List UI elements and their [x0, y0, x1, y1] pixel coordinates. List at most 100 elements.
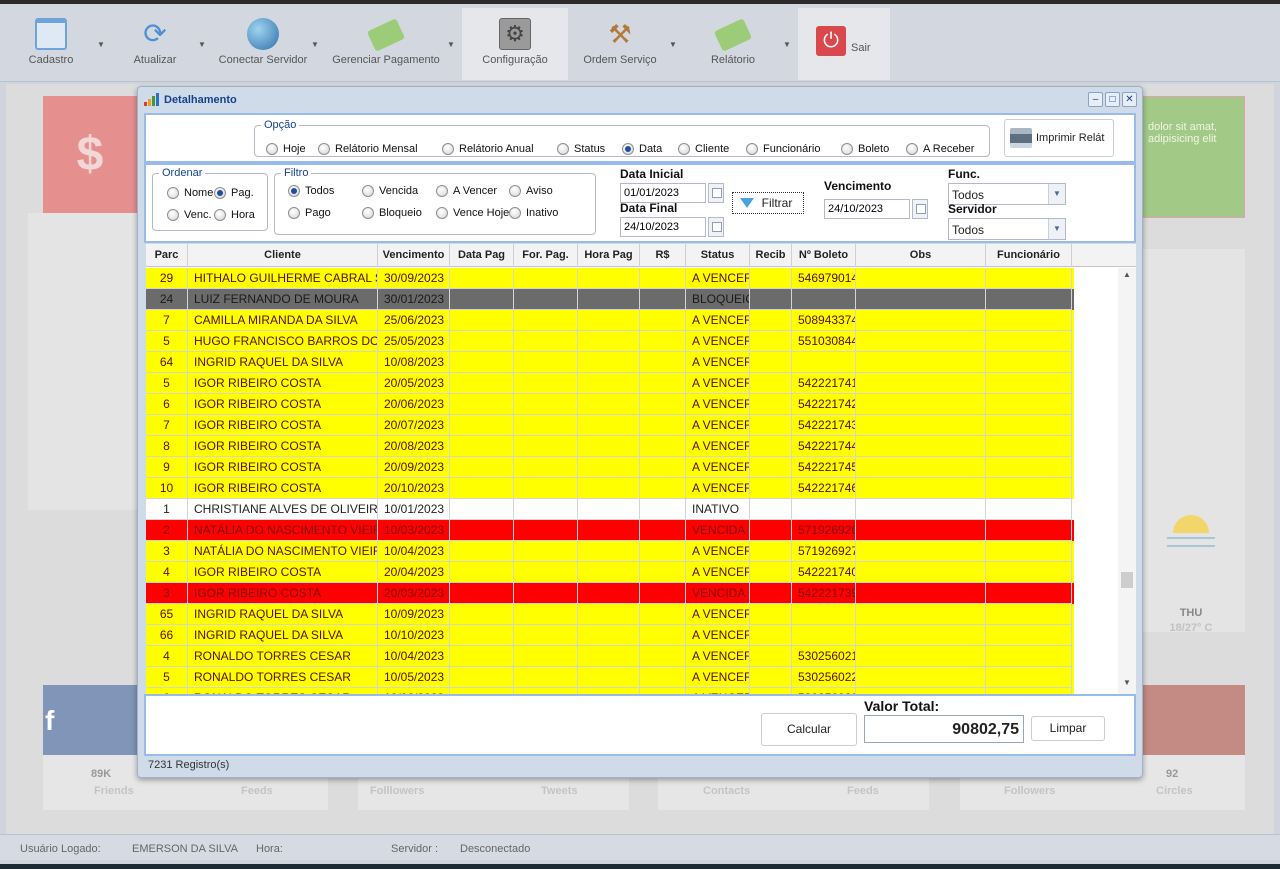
table-row[interactable]: 7 CAMILLA MIRANDA DA SILVA 25/06/2023 A VEN…	[146, 310, 1074, 331]
scroll-up-icon[interactable]: ▲	[1118, 270, 1136, 284]
minimize-button[interactable]: –	[1088, 92, 1103, 107]
column-header-vencimento[interactable]: Vencimento	[378, 244, 450, 267]
table-row[interactable]: 65 INGRID RAQUEL DA SILVA 10/09/2023 A VENC…	[146, 604, 1074, 625]
calendar-icon[interactable]	[708, 217, 724, 237]
table-row[interactable]: 4 IGOR RIBEIRO COSTA 20/04/2023 A VENCER 542…	[146, 562, 1074, 583]
table-row[interactable]: 24 LUIZ FERNANDO DE MOURA 30/01/2023 BLOQUE…	[146, 289, 1074, 310]
imprimir-relatorio-button[interactable]: Imprimir Relát	[1004, 119, 1114, 157]
radio-indicator[interactable]	[841, 143, 853, 155]
radio-indicator[interactable]	[318, 143, 330, 155]
table-row[interactable]: 8 IGOR RIBEIRO COSTA 20/08/2023 A VENCER 542…	[146, 436, 1074, 457]
table-row[interactable]: 3 NATÁLIA DO NASCIMENTO VIEIRA 10/04/2023 A…	[146, 541, 1074, 562]
radio-indicator[interactable]	[436, 185, 448, 197]
radio-indicator[interactable]	[746, 143, 758, 155]
servidor-select[interactable]: Todos ▼	[948, 218, 1066, 240]
table-row[interactable]: 64 INGRID RAQUEL DA SILVA 10/08/2023 A VENC…	[146, 352, 1074, 373]
dropdown-arrow-icon[interactable]: ▼	[198, 40, 206, 49]
ribbon-gerenciar-pagamento-button[interactable]: Gerenciar Pagamento	[330, 8, 442, 80]
radio-indicator[interactable]	[266, 143, 278, 155]
data-inicial-input[interactable]	[620, 183, 706, 203]
column-header-status[interactable]: Status	[686, 244, 750, 267]
radio-funcionario[interactable]: Funcionário	[746, 143, 820, 155]
column-header-obs[interactable]: Obs	[856, 244, 986, 267]
column-header-hora-pag[interactable]: Hora Pag	[578, 244, 640, 267]
table-row[interactable]: 4 RONALDO TORRES CESAR 10/04/2023 A VENCER 5…	[146, 646, 1074, 667]
radio-indicator[interactable]	[906, 143, 918, 155]
column-header-recibo[interactable]: Recib	[750, 244, 792, 267]
vertical-scrollbar[interactable]: ▲ ▼	[1118, 268, 1136, 694]
vencimento-field[interactable]	[824, 199, 928, 219]
table-row[interactable]: 5 IGOR RIBEIRO COSTA 20/05/2023 A VENCER 542…	[146, 373, 1074, 394]
radio-indicator[interactable]	[442, 143, 454, 155]
radio-indicator[interactable]	[167, 187, 179, 199]
ribbon-cadastro-button[interactable]: Cadastro	[16, 8, 86, 80]
column-header-valor[interactable]: R$	[640, 244, 686, 267]
ribbon-ordem-servico-button[interactable]: ⚒ Ordem Serviço	[578, 8, 662, 80]
table-row[interactable]: 29HITHALO GUILHERME CABRAL SILVA30/09/20…	[146, 268, 1074, 289]
radio-relatorio-anual[interactable]: Relátorio Anual	[442, 143, 534, 155]
ribbon-relatorio-button[interactable]: Relátorio	[700, 8, 766, 80]
data-final-field[interactable]	[620, 217, 724, 237]
calendar-icon[interactable]	[912, 199, 928, 219]
radio-indicator[interactable]	[509, 207, 521, 219]
table-row[interactable]: 10 IGOR RIBEIRO COSTA 20/10/2023 A VENCER 54…	[146, 478, 1074, 499]
dropdown-arrow-icon[interactable]: ▼	[97, 40, 105, 49]
radio-ordenar-hora[interactable]: Hora	[214, 209, 255, 221]
radio-ordenar-nome[interactable]: Nome	[167, 187, 213, 199]
radio-indicator[interactable]	[509, 185, 521, 197]
data-inicial-field[interactable]	[620, 183, 724, 203]
calcular-button[interactable]: Calcular	[761, 713, 857, 746]
radio-filtro-inativo[interactable]: Inativo	[509, 207, 558, 219]
radio-indicator[interactable]	[678, 143, 690, 155]
dropdown-arrow-icon[interactable]: ▼	[447, 40, 455, 49]
radio-cliente[interactable]: Cliente	[678, 143, 729, 155]
table-row[interactable]: 1 CHRISTIANE ALVES DE OLIVEIRA 10/01/2023 I…	[146, 499, 1074, 520]
table-row[interactable]: 3 IGOR RIBEIRO COSTA 20/03/2023 VENCIDA 5422…	[146, 583, 1074, 604]
radio-filtro-todos[interactable]: Todos	[288, 185, 334, 197]
radio-indicator[interactable]	[362, 207, 374, 219]
radio-ordenar-venc[interactable]: Venc.	[167, 209, 212, 221]
table-row[interactable]: 7 IGOR RIBEIRO COSTA 20/07/2023 A VENCER 542…	[146, 415, 1074, 436]
table-row[interactable]: 6 IGOR RIBEIRO COSTA 20/06/2023 A VENCER 542…	[146, 394, 1074, 415]
chevron-down-icon[interactable]: ▼	[1048, 219, 1065, 239]
radio-filtro-aviso[interactable]: Aviso	[509, 185, 553, 197]
close-button[interactable]: ✕	[1122, 92, 1137, 107]
ribbon-sair-button[interactable]: ⏻ Sair	[798, 8, 890, 80]
column-header-funcionario[interactable]: Funcionário	[986, 244, 1072, 267]
data-final-input[interactable]	[620, 217, 706, 237]
radio-indicator[interactable]	[288, 207, 300, 219]
radio-filtro-bloqueio[interactable]: Bloqueio	[362, 207, 422, 219]
dropdown-arrow-icon[interactable]: ▼	[783, 40, 791, 49]
ribbon-conectar-servidor-button[interactable]: Conectar Servidor	[218, 8, 308, 80]
table-row[interactable]: 2 NATÁLIA DO NASCIMENTO VIEIRA 10/03/2023 V…	[146, 520, 1074, 541]
radio-data[interactable]: Data	[622, 143, 662, 155]
radio-indicator[interactable]	[214, 187, 226, 199]
radio-indicator[interactable]	[436, 207, 448, 219]
column-header-for-pag[interactable]: For. Pag.	[514, 244, 578, 267]
table-row[interactable]: 66 INGRID RAQUEL DA SILVA 10/10/2023 A VENC…	[146, 625, 1074, 646]
chevron-down-icon[interactable]: ▼	[1048, 184, 1065, 204]
radio-indicator[interactable]	[214, 209, 226, 221]
radio-indicator[interactable]	[622, 143, 634, 155]
column-header-data-pag[interactable]: Data Pag	[450, 244, 514, 267]
column-header-parc[interactable]: Parc	[146, 244, 188, 267]
table-row[interactable]: 5HUGO FRANCISCO BARROS DO NASCIMENTO25/0…	[146, 331, 1074, 352]
radio-relatorio-mensal[interactable]: Relátorio Mensal	[318, 143, 418, 155]
column-header-boleto[interactable]: Nº Boleto	[792, 244, 856, 267]
radio-ordenar-pag[interactable]: Pag.	[214, 187, 254, 199]
radio-filtro-a-vencer[interactable]: A Vencer	[436, 185, 497, 197]
radio-indicator[interactable]	[557, 143, 569, 155]
filtrar-button[interactable]: Filtrar	[732, 192, 804, 214]
radio-hoje[interactable]: Hoje	[266, 143, 306, 155]
dropdown-arrow-icon[interactable]: ▼	[669, 40, 677, 49]
radio-filtro-vence-hoje[interactable]: Vence Hoje	[436, 207, 509, 219]
ribbon-atualizar-button[interactable]: ⟳ Atualizar	[120, 8, 190, 80]
radio-status[interactable]: Status	[557, 143, 605, 155]
scroll-thumb[interactable]	[1121, 572, 1133, 588]
maximize-button[interactable]: □	[1105, 92, 1120, 107]
dropdown-arrow-icon[interactable]: ▼	[311, 40, 319, 49]
radio-filtro-vencida[interactable]: Vencida	[362, 185, 418, 197]
calendar-icon[interactable]	[708, 183, 724, 203]
radio-boleto[interactable]: Boleto	[841, 143, 889, 155]
column-header-cliente[interactable]: Cliente	[188, 244, 378, 267]
